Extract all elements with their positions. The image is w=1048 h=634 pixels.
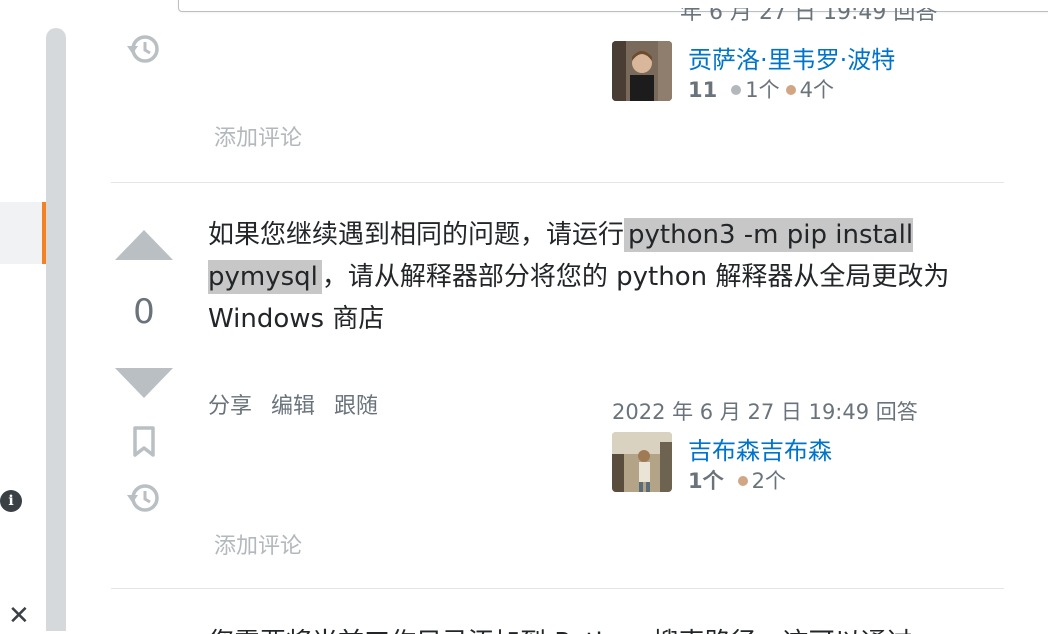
bronze-badge-count: 2个 xyxy=(751,469,786,493)
avatar[interactable] xyxy=(612,41,672,101)
next-answer-peek: 您需要将当前工作目录添加到 Python 搜索路径，这可以通过 xyxy=(208,622,968,634)
info-icon[interactable]: i xyxy=(0,490,22,512)
user-stats: 11 1个 4个 xyxy=(688,74,834,104)
add-comment-link[interactable]: 添加评论 xyxy=(214,120,302,152)
share-link[interactable]: 分享 xyxy=(208,394,252,419)
user-name-link[interactable]: 贡萨洛·里韦罗·波特 xyxy=(688,40,895,75)
history-icon[interactable] xyxy=(126,481,162,515)
avatar[interactable] xyxy=(612,432,672,492)
vote-count: 0 xyxy=(133,292,155,332)
reputation: 1个 xyxy=(688,469,724,493)
bookmark-icon[interactable] xyxy=(132,426,156,458)
vote-up-icon[interactable] xyxy=(115,230,173,260)
post-menu: 分享 编辑 跟随 xyxy=(208,388,390,420)
answer-body: 如果您继续遇到相同的问题，请运行 python3 -m pip install p… xyxy=(208,214,968,340)
sidebar-scrollbar[interactable] xyxy=(46,28,66,631)
edit-link[interactable]: 编辑 xyxy=(271,394,315,419)
answer-divider xyxy=(111,588,1004,589)
silver-badge-icon xyxy=(731,85,742,95)
user-name-link[interactable]: 吉布森吉布森 xyxy=(688,431,832,466)
bronze-badge-icon xyxy=(737,476,748,486)
bronze-badge-icon xyxy=(785,85,796,95)
silver-badge-count: 1个 xyxy=(745,78,780,102)
add-comment-link[interactable]: 添加评论 xyxy=(214,528,302,560)
vote-down-icon[interactable] xyxy=(115,368,173,398)
close-icon[interactable]: ✕ xyxy=(8,603,30,629)
answer-text-before: 如果您继续遇到相同的问题，请运行 xyxy=(208,220,625,250)
user-stats: 1个 2个 xyxy=(688,465,786,495)
reputation: 11 xyxy=(688,78,718,102)
history-icon[interactable] xyxy=(126,32,162,66)
answer-divider xyxy=(111,182,1004,183)
answered-time: 2022 年 6 月 27 日 19:49 回答 xyxy=(612,400,918,424)
bronze-badge-count: 4个 xyxy=(799,78,834,102)
follow-link[interactable]: 跟随 xyxy=(334,394,378,419)
prev-answered-time-fragment: 年 6 月 27 日 19:49 回答 xyxy=(680,8,938,22)
sidebar-active-item[interactable] xyxy=(0,202,46,264)
